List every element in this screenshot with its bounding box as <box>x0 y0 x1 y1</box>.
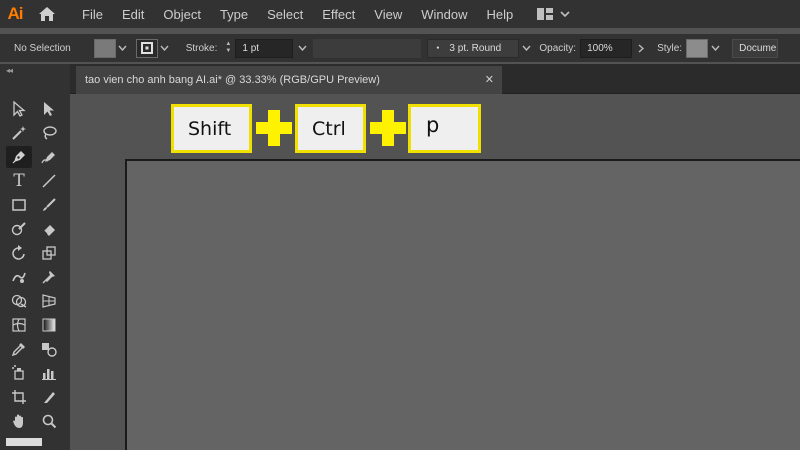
menu-edit[interactable]: Edit <box>122 7 144 22</box>
selection-tool-icon[interactable] <box>6 98 32 120</box>
opacity-label[interactable]: Opacity: <box>539 43 576 54</box>
column-graph-tool-icon[interactable] <box>36 362 62 384</box>
variable-width-profile[interactable] <box>313 38 422 58</box>
fill-swatch[interactable] <box>93 38 116 58</box>
plus-icon <box>256 110 292 146</box>
curvature-tool-icon[interactable] <box>36 146 62 168</box>
stroke-swatch[interactable] <box>135 38 158 58</box>
stepper-up-icon[interactable]: ▲ <box>225 41 231 48</box>
panel-collapse-icon[interactable]: ◂◂ <box>6 66 13 75</box>
mesh-tool-icon[interactable] <box>6 314 32 336</box>
shape-builder-tool-icon[interactable] <box>6 290 32 312</box>
eyedropper-tool-icon[interactable] <box>6 338 32 360</box>
menu-view[interactable]: View <box>374 7 402 22</box>
tools-panel: ◂◂ T <box>0 64 70 450</box>
menu-bar: Ai File Edit Object Type Select Effect V… <box>0 0 800 28</box>
shaper-tool-icon[interactable] <box>6 218 32 240</box>
hand-tool-icon[interactable] <box>6 410 32 432</box>
key-ctrl: Ctrl <box>295 104 366 153</box>
brush-definition[interactable]: ● 3 pt. Round <box>427 38 520 58</box>
fill-stroke-indicator[interactable] <box>6 438 42 446</box>
stroke-label: Stroke: <box>185 42 218 54</box>
artboard-tool-icon[interactable] <box>6 386 32 408</box>
symbol-sprayer-tool-icon[interactable] <box>6 362 32 384</box>
stepper-down-icon[interactable]: ▼ <box>225 48 231 55</box>
stroke-weight-chevron-down-icon[interactable] <box>295 39 309 58</box>
graphic-style-swatch[interactable] <box>686 38 709 58</box>
magic-wand-tool-icon[interactable] <box>6 122 32 144</box>
fill-chevron-down-icon[interactable] <box>116 39 130 58</box>
round-brush-icon: ● <box>436 45 440 51</box>
menu-items: File Edit Object Type Select Effect View… <box>82 7 532 22</box>
key-shift: Shift <box>171 104 252 153</box>
key-shift-label: Shift <box>188 117 232 140</box>
control-bar: No Selection Stroke: ▲ ▼ 1 pt ● 3 pt. Ro… <box>0 34 800 62</box>
key-p: p <box>408 104 481 153</box>
opacity-field[interactable]: 100% <box>580 38 633 58</box>
plus-icon <box>370 110 406 146</box>
stroke-chevron-down-icon[interactable] <box>158 39 172 58</box>
rotate-tool-icon[interactable] <box>6 242 32 264</box>
perspective-grid-tool-icon[interactable] <box>36 290 62 312</box>
eraser-tool-icon[interactable] <box>36 218 62 240</box>
slice-tool-icon[interactable] <box>36 386 62 408</box>
chevron-right-icon[interactable] <box>634 39 648 58</box>
puppet-warp-tool-icon[interactable] <box>36 266 62 288</box>
menu-object[interactable]: Object <box>163 7 201 22</box>
workspace-switcher[interactable] <box>536 7 570 21</box>
menu-help[interactable]: Help <box>486 7 513 22</box>
menu-select[interactable]: Select <box>267 7 303 22</box>
direct-selection-tool-icon[interactable] <box>36 98 62 120</box>
gradient-tool-icon[interactable] <box>36 314 62 336</box>
document-tab[interactable]: tao vien cho anh bang AI.ai* @ 33.33% (R… <box>76 66 502 94</box>
workspace-layout-icon <box>537 8 554 20</box>
stroke-weight-field[interactable]: 1 pt <box>235 38 294 58</box>
document-tab-title: tao vien cho anh bang AI.ai* @ 33.33% (R… <box>85 74 380 86</box>
warp-tool-icon[interactable] <box>6 266 32 288</box>
document-tab-strip: tao vien cho anh bang AI.ai* @ 33.33% (R… <box>70 64 800 94</box>
zoom-tool-icon[interactable] <box>36 410 62 432</box>
stroke-weight-stepper[interactable]: ▲ ▼ <box>221 39 235 58</box>
brush-label: 3 pt. Round <box>449 42 502 54</box>
key-p-label: p <box>426 113 440 137</box>
line-segment-tool-icon[interactable] <box>36 170 62 192</box>
menu-type[interactable]: Type <box>220 7 248 22</box>
close-icon[interactable]: ✕ <box>485 73 494 86</box>
scale-tool-icon[interactable] <box>36 242 62 264</box>
paintbrush-tool-icon[interactable] <box>36 194 62 216</box>
brush-chevron-down-icon[interactable] <box>519 39 533 58</box>
style-label: Style: <box>657 42 683 54</box>
home-icon[interactable] <box>30 0 64 28</box>
document-setup-button[interactable]: Documen <box>732 38 779 58</box>
artboard[interactable] <box>125 159 800 450</box>
key-ctrl-label: Ctrl <box>312 117 346 140</box>
blend-tool-icon[interactable] <box>36 338 62 360</box>
menu-file[interactable]: File <box>82 7 103 22</box>
style-chevron-down-icon[interactable] <box>708 39 722 58</box>
menu-effect[interactable]: Effect <box>322 7 355 22</box>
selection-status: No Selection <box>14 42 71 54</box>
rectangle-tool-icon[interactable] <box>6 194 32 216</box>
app-logo: Ai <box>7 4 24 23</box>
pen-tool-icon[interactable] <box>6 146 32 168</box>
type-tool-icon[interactable]: T <box>6 170 32 192</box>
lasso-tool-icon[interactable] <box>36 122 62 144</box>
menu-window[interactable]: Window <box>421 7 467 22</box>
chevron-down-icon <box>560 11 570 18</box>
